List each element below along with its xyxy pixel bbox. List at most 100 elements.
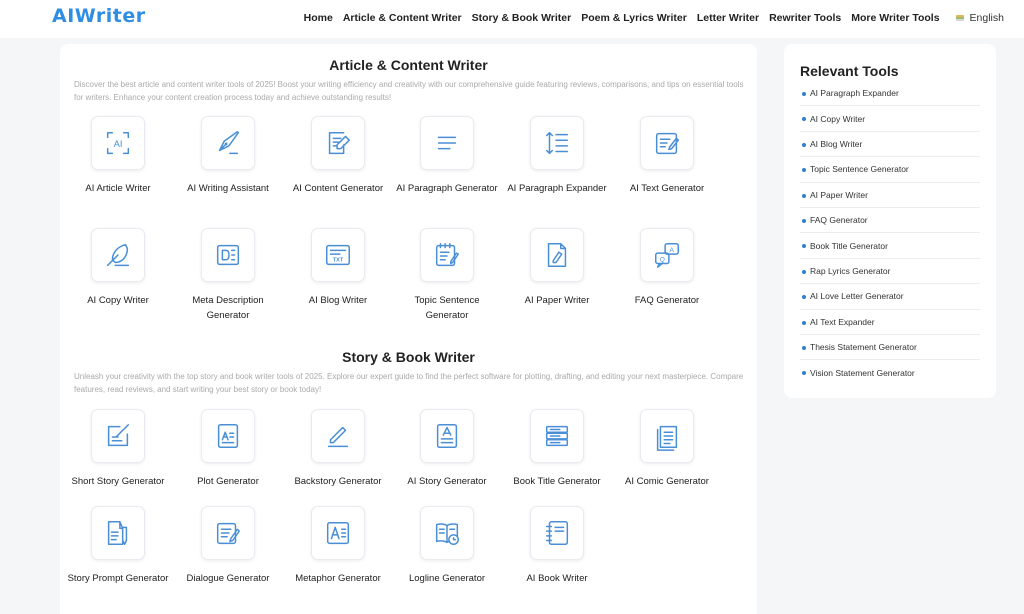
sidebar-link[interactable]: AI Text Expander	[800, 310, 980, 335]
tool-card-ai-paper-writer[interactable]: AI Paper Writer	[502, 228, 612, 308]
book-stack-icon	[530, 409, 584, 463]
feather-icon	[91, 228, 145, 282]
bullet-icon	[802, 269, 806, 274]
tool-card-ai-book-writer[interactable]: AI Book Writer	[502, 506, 612, 586]
sidebar-link[interactable]: AI Paragraph Expander	[800, 81, 980, 107]
section-title-article: Article & Content Writer	[329, 57, 488, 73]
tool-card-topic-sentence-generator[interactable]: Topic Sentence Generator	[392, 228, 502, 323]
tool-label: FAQ Generator	[634, 295, 700, 306]
paragraph-lines-icon	[420, 116, 474, 170]
sidebar-link[interactable]: AI Blog Writer	[800, 132, 980, 158]
dialogue-pencil-icon	[201, 506, 255, 560]
bullet-icon	[802, 244, 806, 249]
sidebar-link[interactable]: Vision Statement Generator	[800, 360, 980, 385]
site-logo[interactable]: AIWriter	[52, 5, 146, 27]
sidebar-link-label: AI Blog Writer	[810, 138, 863, 149]
tool-label: AI Book Writer	[526, 573, 588, 584]
sidebar-link-label: Vision Statement Generator	[810, 367, 915, 378]
tool-label: Meta Description Generator	[192, 295, 264, 321]
qa-bubbles-icon: AQ	[640, 228, 694, 282]
nav-rewriter-tools[interactable]: Rewriter Tools	[769, 12, 841, 24]
tool-card-plot-generator[interactable]: Plot Generator	[173, 409, 283, 489]
nav-article-content-writer[interactable]: Article & Content Writer	[343, 12, 462, 24]
notepad-pencil-icon	[420, 228, 474, 282]
tool-label: Story Prompt Generator	[67, 573, 169, 584]
tool-card-ai-blog-writer[interactable]: TXT AI Blog Writer	[283, 228, 393, 308]
pen-nib-icon	[201, 116, 255, 170]
tool-card-faq-generator[interactable]: A Q FAQ Generator	[612, 228, 722, 308]
sidebar-link[interactable]: FAQ Generator	[800, 208, 980, 234]
tool-card-dialogue-generator[interactable]: Dialogue Generator	[173, 506, 283, 586]
tool-card-ai-comic-generator[interactable]: AI Comic Generator	[612, 409, 722, 489]
sidebar-link-label: AI Copy Writer	[810, 113, 866, 124]
nav-story-book-writer[interactable]: Story & Book Writer	[472, 12, 572, 24]
tool-card-ai-paragraph-generator[interactable]: AI Paragraph Generator	[392, 116, 502, 196]
tool-label: Dialogue Generator	[186, 573, 270, 584]
tool-label: AI Paragraph Expander	[507, 183, 607, 194]
tool-label: AI Paper Writer	[524, 295, 590, 306]
sidebar-link[interactable]: AI Copy Writer	[800, 106, 980, 132]
nav-poem-lyrics-writer[interactable]: Poem & Lyrics Writer	[581, 12, 687, 24]
nav-more-writer-tools[interactable]: More Writer Tools	[851, 12, 939, 24]
tool-label: Short Story Generator	[71, 476, 165, 487]
relevant-tools-list: AI Paragraph Expander AI Copy Writer AI Bl…	[800, 81, 980, 386]
sidebar-link[interactable]: Thesis Statement Generator	[800, 335, 980, 361]
bullet-icon	[802, 371, 806, 376]
tool-label: AI Comic Generator	[625, 476, 709, 487]
bullet-icon	[802, 295, 806, 300]
tool-card-ai-writing-assistant[interactable]: AI Writing Assistant	[173, 116, 283, 196]
tool-card-book-title-generator[interactable]: Book Title Generator	[502, 409, 612, 489]
tool-card-short-story-generator[interactable]: Short Story Generator	[63, 409, 173, 489]
txt-window-icon: TXT	[311, 228, 365, 282]
sidebar-link-label: Thesis Statement Generator	[810, 342, 917, 353]
tool-card-ai-text-generator[interactable]: AI Text Generator	[612, 116, 722, 196]
notebook-icon	[530, 506, 584, 560]
sidebar-link[interactable]: Topic Sentence Generator	[800, 157, 980, 183]
metaphor-a-icon	[311, 506, 365, 560]
bullet-icon	[802, 345, 806, 350]
tool-label: AI Article Writer	[85, 183, 151, 194]
tool-card-ai-content-generator[interactable]: AI Content Generator	[283, 116, 393, 196]
language-label: English	[969, 12, 1004, 24]
tool-card-ai-story-generator[interactable]: AI Story Generator	[392, 409, 502, 489]
sidebar-title: Relevant Tools	[800, 63, 899, 79]
sidebar-link-label: AI Love Letter Generator	[810, 291, 904, 302]
tool-card-logline-generator[interactable]: Logline Generator	[392, 506, 502, 586]
tool-label: AI Copy Writer	[87, 295, 149, 306]
tool-card-backstory-generator[interactable]: Backstory Generator	[283, 409, 393, 489]
svg-text:A: A	[670, 247, 675, 254]
sidebar-link[interactable]: AI Paper Writer	[800, 183, 980, 208]
bullet-icon	[802, 193, 806, 198]
book-clock-icon	[420, 506, 474, 560]
sidebar-link[interactable]: AI Love Letter Generator	[800, 284, 980, 310]
sidebar-link[interactable]: Rap Lyrics Generator	[800, 259, 980, 285]
tool-card-ai-article-writer[interactable]: AI AI Article Writer	[63, 116, 173, 196]
tool-card-meta-description-generator[interactable]: Meta Description Generator	[173, 228, 283, 323]
nav-letter-writer[interactable]: Letter Writer	[697, 12, 759, 24]
sidebar-link-label: Book Title Generator	[810, 240, 888, 251]
bullet-icon	[802, 117, 806, 122]
tool-card-ai-paragraph-expander[interactable]: AI Paragraph Expander	[502, 116, 612, 196]
flag-icon	[955, 15, 964, 21]
language-selector[interactable]: English	[955, 12, 1004, 24]
sidebar-link-label: Rap Lyrics Generator	[810, 265, 891, 276]
sidebar-link-label: AI Text Expander	[810, 316, 875, 327]
tool-label: AI Content Generator	[292, 183, 384, 194]
tool-card-metaphor-generator[interactable]: Metaphor Generator	[283, 506, 393, 586]
tool-label: Topic Sentence Generator	[414, 295, 480, 321]
prompt-pen-icon	[91, 506, 145, 560]
description-card-icon	[201, 228, 255, 282]
svg-text:Q: Q	[660, 257, 665, 264]
section-description-story: Unleash your creativity with the top sto…	[74, 372, 744, 394]
tool-label: AI Paragraph Generator	[396, 183, 498, 194]
main-nav: Home Article & Content Writer Story & Bo…	[304, 0, 1004, 36]
section-title-story: Story & Book Writer	[342, 349, 475, 365]
edit-square-icon	[91, 409, 145, 463]
tool-label: Book Title Generator	[513, 476, 601, 487]
tool-card-ai-copy-writer[interactable]: AI Copy Writer	[63, 228, 173, 308]
nav-home[interactable]: Home	[304, 12, 333, 24]
sidebar-link[interactable]: Book Title Generator	[800, 233, 980, 259]
tool-label: Metaphor Generator	[295, 573, 381, 584]
pencil-line-icon	[311, 409, 365, 463]
tool-card-story-prompt-generator[interactable]: Story Prompt Generator	[63, 506, 173, 586]
